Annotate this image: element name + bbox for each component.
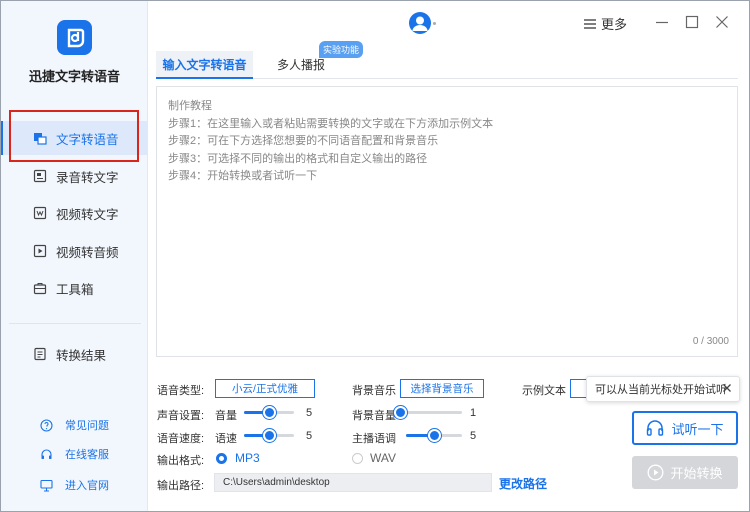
- format-wav-label[interactable]: WAV: [370, 451, 396, 465]
- sidebar-item-label: 录音转文字: [56, 170, 119, 185]
- video-audio-icon: [33, 244, 47, 258]
- footer-faq-link[interactable]: 常见问题: [1, 414, 148, 436]
- format-mp3-label[interactable]: MP3: [235, 451, 260, 465]
- sidebar: 迅捷文字转语音 文字转语音 录音转文字 视频转文字 视频转音频 工具箱 转换结果…: [1, 1, 148, 511]
- minimize-button[interactable]: [654, 14, 670, 30]
- maximize-button[interactable]: [684, 14, 700, 30]
- footer-label: 在线客服: [65, 449, 109, 461]
- tooltip-text: 可以从当前光标处开始试听: [595, 384, 727, 396]
- experimental-badge: 实验功能: [319, 41, 364, 58]
- speed-slider[interactable]: [244, 429, 294, 442]
- sidebar-item-video-to-audio[interactable]: 视频转音频: [1, 234, 148, 268]
- sample-text-label: 示例文本: [522, 385, 566, 397]
- tab-bar: 输入文字转语音 多人播报: [156, 51, 738, 79]
- maximize-icon: [685, 15, 699, 29]
- bgm-volume-label: 背景音量: [352, 410, 396, 422]
- format-mp3-radio[interactable]: [216, 453, 227, 464]
- slider-handle[interactable]: [394, 406, 407, 419]
- bgm-volume-slider[interactable]: [394, 406, 462, 419]
- sound-settings-label: 声音设置:: [157, 410, 205, 422]
- pitch-slider[interactable]: [406, 429, 462, 442]
- text-input-area[interactable]: 制作教程 步骤1：在这里输入或者粘贴需要转换的文字或在下方添加示例文本 步骤2：…: [156, 86, 738, 357]
- app-logo-icon: [57, 20, 92, 55]
- start-convert-button[interactable]: 开始转换: [632, 456, 738, 489]
- speed-value: 5: [306, 430, 313, 442]
- editor-tips: 制作教程 步骤1：在这里输入或者粘贴需要转换的文字或在下方添加示例文本 步骤2：…: [168, 98, 493, 186]
- close-icon: [716, 16, 728, 28]
- volume-label: 音量: [215, 410, 237, 422]
- sidebar-divider: [9, 323, 141, 324]
- tip-line: 步骤3：可选择不同的输出的格式和自定义输出的路径: [168, 152, 428, 165]
- tooltip-close-button[interactable]: [721, 382, 733, 397]
- start-label: 开始转换: [670, 466, 723, 481]
- sidebar-item-label: 视频转音频: [56, 245, 119, 260]
- tip-line: 步骤4：开始转换或者试听一下: [168, 170, 318, 183]
- video-text-icon: [33, 206, 47, 220]
- slider-handle[interactable]: [428, 429, 441, 442]
- voice-type-label: 语音类型:: [157, 385, 205, 397]
- speed-sub-label: 语速: [215, 433, 237, 445]
- change-path-link[interactable]: 更改路径: [499, 475, 547, 492]
- format-wav-radio[interactable]: [352, 453, 363, 464]
- headphones-icon: [647, 420, 664, 436]
- monitor-icon: [40, 479, 53, 492]
- output-path-label: 输出路径:: [157, 480, 205, 492]
- tab-text-to-speech[interactable]: 输入文字转语音: [156, 51, 253, 79]
- footer-website-link[interactable]: 进入官网: [1, 474, 148, 496]
- sidebar-item-recording-to-text[interactable]: 录音转文字: [1, 159, 148, 193]
- sidebar-item-label: 视频转文字: [56, 207, 119, 222]
- output-path-field[interactable]: C:\Users\admin\desktop: [214, 473, 492, 492]
- pitch-label: 主播语调: [352, 433, 396, 445]
- tip-line: 制作教程: [168, 100, 212, 112]
- tip-line: 步骤1：在这里输入或者粘贴需要转换的文字或在下方添加示例文本: [168, 117, 494, 130]
- sidebar-item-video-to-text[interactable]: 视频转文字: [1, 196, 148, 230]
- bgm-select-button[interactable]: 选择背景音乐: [400, 379, 484, 398]
- app-title: 迅捷文字转语音: [28, 69, 120, 84]
- avatar[interactable]: [409, 12, 431, 34]
- footer-label: 进入官网: [65, 480, 109, 492]
- bgm-label: 背景音乐: [352, 385, 396, 397]
- listen-label: 试听一下: [671, 421, 724, 437]
- volume-slider[interactable]: [244, 406, 294, 419]
- footer-label: 常见问题: [65, 420, 109, 432]
- play-circle-icon: [648, 464, 664, 481]
- format-label: 输出格式:: [157, 455, 205, 467]
- more-menu-button[interactable]: 更多: [584, 14, 627, 33]
- close-button[interactable]: [714, 14, 730, 30]
- sidebar-item-label: 工具箱: [56, 282, 94, 297]
- slider-handle[interactable]: [263, 429, 276, 442]
- menu-icon: [584, 18, 596, 29]
- toolbox-icon: [33, 281, 47, 295]
- pitch-value: 5: [470, 430, 477, 442]
- bgm-volume-value: 1: [470, 407, 477, 419]
- question-icon: [40, 418, 53, 432]
- result-icon: [33, 347, 47, 361]
- sidebar-item-label: 转换结果: [56, 348, 107, 363]
- sidebar-item-toolbox[interactable]: 工具箱: [1, 271, 148, 305]
- char-counter: 0 / 3000: [692, 336, 729, 347]
- voice-type-button[interactable]: 小云/正式优雅: [215, 379, 315, 398]
- more-label: 更多: [601, 17, 628, 32]
- close-icon: [723, 384, 731, 392]
- user-icon: [412, 16, 428, 31]
- minimize-icon: [656, 21, 668, 24]
- avatar-status-dot: [433, 22, 436, 25]
- volume-value: 5: [306, 407, 313, 419]
- listen-button[interactable]: 试听一下: [632, 411, 738, 445]
- sidebar-item-results[interactable]: 转换结果: [1, 337, 148, 371]
- highlight-box: [9, 110, 139, 162]
- footer-support-link[interactable]: 在线客服: [1, 443, 148, 465]
- recording-icon: [33, 169, 47, 183]
- listen-tooltip: 可以从当前光标处开始试听: [586, 376, 740, 402]
- speed-label: 语音速度:: [157, 433, 205, 445]
- headset-icon: [40, 448, 53, 461]
- tip-line: 步骤2：可在下方选择您想要的不同语音配置和背景音乐: [168, 135, 439, 148]
- slider-handle[interactable]: [263, 406, 276, 419]
